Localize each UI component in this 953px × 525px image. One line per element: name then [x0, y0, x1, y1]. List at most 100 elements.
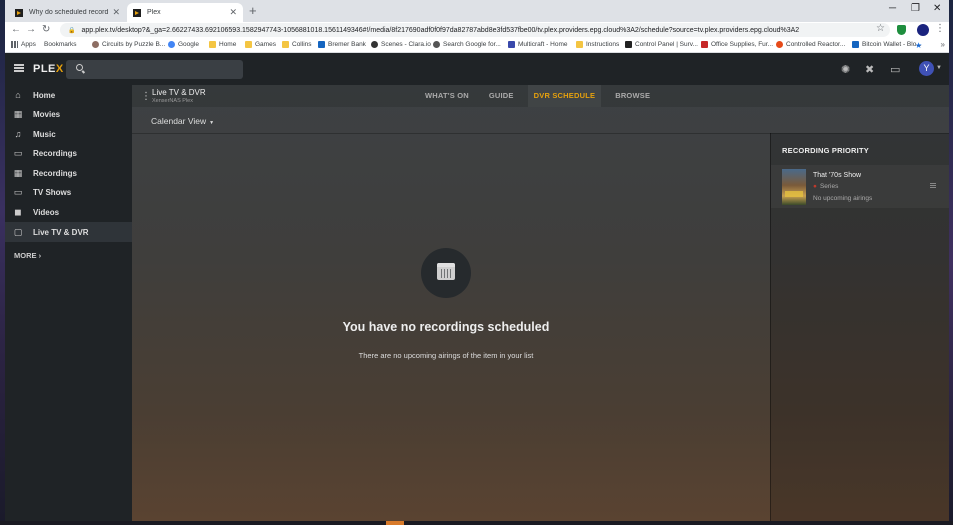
new-tab-button[interactable]: +: [249, 3, 257, 18]
monitor-icon: ▭: [13, 186, 23, 197]
taskbar: [0, 521, 953, 525]
chevron-down-icon: ▼: [209, 120, 215, 126]
sidebar-item-live-tv[interactable]: ▢ Live TV & DVR: [5, 222, 132, 242]
server-name: XenserNAS Plex: [152, 98, 193, 104]
tv-icon: ▢: [13, 226, 23, 237]
reload-icon[interactable]: ↻: [42, 24, 50, 35]
sidebar-item-home[interactable]: ⌂ Home: [5, 85, 132, 105]
browser-window: Why do scheduled recordings d... ✕ Plex …: [5, 0, 949, 521]
bookmark-bookmarks[interactable]: ★ Bookmarks: [44, 41, 922, 50]
maximize-icon[interactable]: ❐: [911, 3, 920, 14]
bookmark-apps[interactable]: Apps: [11, 41, 36, 48]
bookmark-circuits[interactable]: Circuits by Puzzle B...: [92, 41, 165, 48]
control-panel-icon: [625, 41, 632, 48]
cast-icon[interactable]: ▭: [890, 63, 900, 76]
tab-dvr-schedule[interactable]: DVR SCHEDULE: [527, 85, 602, 107]
bookmark-clara[interactable]: Scenes - Clara.io: [371, 41, 431, 48]
home-icon: ⌂: [15, 90, 21, 100]
search-icon: [433, 41, 440, 48]
url-text: app.plex.tv/desktop?&_ga=2.66227433.6921…: [81, 26, 800, 34]
bookmark-bremer-bank[interactable]: Bremer Bank: [318, 41, 366, 48]
calendar-icon: [437, 263, 455, 280]
user-avatar[interactable]: Y: [919, 61, 934, 76]
more-button[interactable]: MORE ›: [14, 251, 41, 260]
tab-guide[interactable]: GUIDE: [483, 85, 520, 107]
bookmark-collins[interactable]: Collins: [282, 41, 312, 48]
plex-logo[interactable]: PLEX: [33, 63, 64, 75]
back-arrow-icon[interactable]: ←: [11, 24, 21, 35]
calendar-view-dropdown[interactable]: Calendar View ▼: [151, 116, 214, 126]
music-icon: ♫: [14, 129, 22, 139]
close-tab-icon[interactable]: ✕: [112, 7, 120, 18]
show-airing-status: No upcoming airings: [813, 195, 873, 202]
forward-arrow-icon[interactable]: →: [26, 24, 36, 35]
close-window-icon[interactable]: ✕: [933, 3, 941, 14]
sidebar-item-music[interactable]: ♫ Music: [5, 124, 132, 144]
drag-handle-icon[interactable]: [930, 183, 936, 188]
film-icon: ▦: [13, 167, 23, 178]
folder-icon: [282, 41, 289, 48]
main-content: ⋮ Live TV & DVR XenserNAS Plex WHAT'S ON…: [132, 85, 949, 521]
sidebar-item-recordings-film[interactable]: ▦ Recordings: [5, 163, 132, 183]
bookmark-home[interactable]: Home: [209, 41, 236, 48]
bookmark-google[interactable]: Google: [168, 41, 199, 48]
browser-tab-plex[interactable]: Plex ✕: [127, 3, 243, 22]
bookmark-reactor[interactable]: Controlled Reactor...: [776, 41, 845, 48]
bookmark-star-icon[interactable]: ☆: [876, 23, 885, 34]
record-dot-icon: ●: [813, 183, 817, 190]
bookmark-search-google[interactable]: Search Google for...: [433, 41, 501, 48]
address-bar[interactable]: 🔒 app.plex.tv/desktop?&_ga=2.66227433.69…: [60, 23, 890, 37]
sidebar-item-movies[interactable]: ▦ Movies: [5, 104, 132, 124]
browser-toolbar: ← → ↻ 🔒 app.plex.tv/desktop?&_ga=2.66227…: [5, 22, 949, 39]
monitor-icon: ▭: [13, 147, 23, 158]
tab-title: Plex: [147, 9, 161, 16]
sidebar-item-recordings-tv[interactable]: ▭ Recordings: [5, 143, 132, 163]
empty-state-title: You have no recordings scheduled: [342, 320, 550, 334]
section-tabs: WHAT'S ON GUIDE DVR SCHEDULE BROWSE: [419, 85, 664, 107]
profile-avatar-icon[interactable]: [917, 24, 929, 36]
bookmark-instructions[interactable]: Instructions: [576, 41, 619, 48]
folder-icon: [245, 41, 252, 48]
chrome-menu-icon[interactable]: ⋮: [935, 23, 945, 34]
empty-state-badge: [421, 248, 471, 298]
bookmark-games[interactable]: Games: [245, 41, 276, 48]
priority-list-item[interactable]: That '70s Show ● Series No upcoming airin…: [771, 165, 949, 208]
multicraft-icon: [508, 41, 515, 48]
show-title[interactable]: That '70s Show: [813, 172, 861, 179]
plex-topbar: PLEX ✺ ✖ ▭ Y ▼: [5, 53, 949, 85]
plex-favicon-icon: [133, 8, 141, 17]
browser-tab-forum[interactable]: Why do scheduled recordings d... ✕: [9, 3, 126, 22]
tab-title: Why do scheduled recordings d...: [29, 9, 109, 16]
search-icon: [76, 64, 83, 71]
search-input[interactable]: [66, 60, 243, 79]
hamburger-menu-icon[interactable]: [14, 64, 24, 72]
sidebar: ⌂ Home ▦ Movies ♫ Music ▭ Recordings ▦ Record…: [5, 85, 132, 521]
section-header: ⋮ Live TV & DVR XenserNAS Plex WHAT'S ON…: [132, 85, 949, 107]
sidebar-item-tv-shows[interactable]: ▭ TV Shows: [5, 182, 132, 202]
site-favicon-icon: [92, 41, 99, 48]
minimize-icon[interactable]: ─: [889, 3, 896, 14]
recording-priority-panel: RECORDING PRIORITY That '70s Show ● Serie…: [770, 133, 949, 521]
section-title: Live TV & DVR: [152, 88, 206, 97]
bookmark-bitcoin[interactable]: Bitcoin Wallet - Blo...: [852, 41, 922, 48]
section-menu-icon[interactable]: ⋮: [141, 91, 151, 102]
tab-browse[interactable]: BROWSE: [609, 85, 656, 107]
show-type: ● Series: [813, 183, 839, 190]
activity-icon[interactable]: ✺: [841, 63, 850, 76]
empty-state-subtitle: There are no upcoming airings of the ite…: [358, 351, 534, 360]
bookmark-office-supplies[interactable]: Office Supplies, Fur...: [701, 41, 773, 48]
desktop-wallpaper-right: [949, 0, 953, 525]
more-bookmarks-icon[interactable]: »: [941, 40, 945, 49]
tab-whats-on[interactable]: WHAT'S ON: [419, 85, 475, 107]
sidebar-item-videos[interactable]: ◼ Videos: [5, 202, 132, 222]
bookmark-control-panel[interactable]: Control Panel | Surv...: [625, 41, 698, 48]
bookmark-multicraft[interactable]: Multicraft - Home: [508, 41, 567, 48]
chevron-down-icon[interactable]: ▼: [936, 65, 942, 71]
show-poster[interactable]: [782, 169, 806, 205]
settings-tools-icon[interactable]: ✖: [865, 63, 874, 76]
extension-shield-icon[interactable]: [897, 25, 906, 35]
taskbar-active-item[interactable]: [386, 521, 404, 525]
close-tab-icon[interactable]: ✕: [229, 7, 237, 18]
clara-icon: [371, 41, 378, 48]
plex-favicon-icon: [15, 8, 23, 17]
